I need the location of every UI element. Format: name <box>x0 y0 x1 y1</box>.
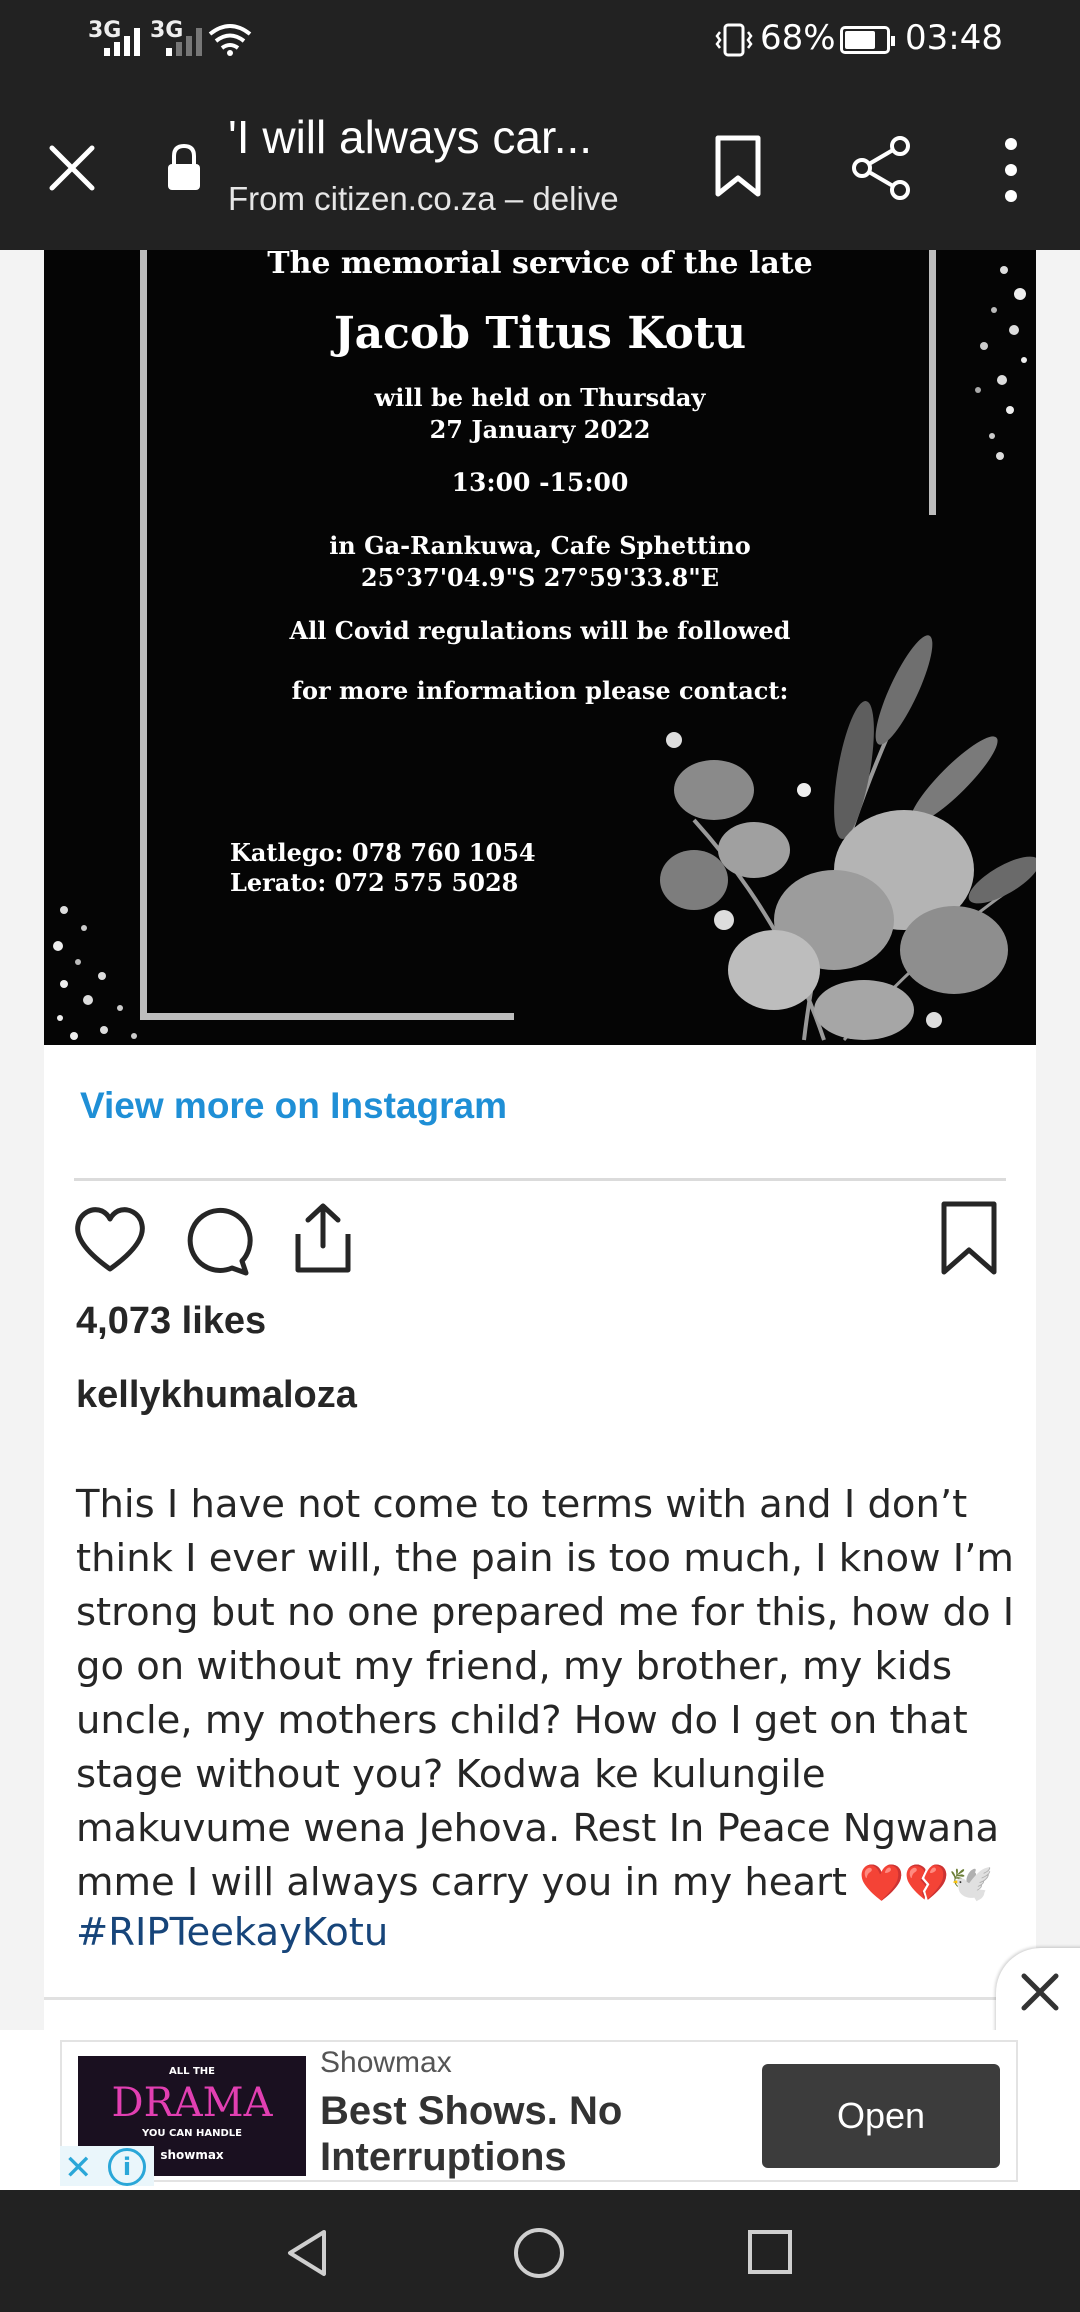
battery-icon <box>840 26 895 54</box>
vibrate-icon <box>715 23 753 57</box>
caption-line: think I ever will, the pain is too much,… <box>76 1536 1014 1581</box>
ad-advertiser: Showmax <box>320 2046 452 2079</box>
ad-close-icon[interactable]: ✕ <box>64 2148 93 2188</box>
ad-thumb-line-3: YOU CAN HANDLE <box>142 2128 242 2139</box>
signal-2-icon <box>166 22 202 56</box>
divider <box>74 1178 1006 1181</box>
divider <box>44 1997 1036 2000</box>
likes-count[interactable]: 4,073 likes <box>76 1300 266 1343</box>
location-line-2: 25°37'04.9"S 27°59'33.8"E <box>360 563 720 592</box>
contact-1: Katlego: 078 760 1054 <box>230 838 536 867</box>
back-icon[interactable] <box>282 2226 332 2280</box>
battery-percent: 68% <box>760 18 836 58</box>
ad-thumb-line-2: DRAMA <box>111 2080 273 2126</box>
emoji-heart-broken-heart-dove: ❤️💔🕊️ <box>859 1863 994 1904</box>
caption-line: mme I will always carry you in my heart <box>76 1860 847 1905</box>
ad-thumb-line-1: ALL THE <box>169 2066 215 2077</box>
service-location: in Ga-Rankuwa, Cafe Sphettino 25°37'04.9… <box>44 530 1036 594</box>
share-icon[interactable] <box>288 1200 358 1276</box>
view-more-on-instagram-link[interactable]: View more on Instagram <box>80 1085 507 1127</box>
screen: 3G 3G 68% 03:48 'I will always car... Fr… <box>0 0 1080 2312</box>
ad-open-button[interactable]: Open <box>762 2064 1000 2168</box>
caption-line: makuvume wena Jehova. Rest In Peace Ngwa… <box>76 1806 1000 1851</box>
page-content[interactable]: The memorial service of the late Jacob T… <box>0 250 1080 2030</box>
service-date-line-1: will be held on Thursday <box>374 383 706 412</box>
share-icon[interactable] <box>848 134 916 202</box>
contact-2: Lerato: 072 575 5028 <box>230 868 519 897</box>
lock-icon <box>168 143 200 190</box>
browser-toolbar: 'I will always car... From citizen.co.za… <box>0 80 1080 250</box>
wifi-icon <box>208 24 252 56</box>
contact-intro: for more information please contact: <box>291 676 789 705</box>
signal-1-icon <box>104 22 140 56</box>
caption-line: This I have not come to terms with and I… <box>76 1482 968 1527</box>
close-icon <box>1021 1973 1059 2011</box>
hashtag-link[interactable]: #RIPTeekayKotu <box>76 1910 388 1955</box>
system-nav-bar <box>0 2190 1080 2312</box>
ad-headline[interactable]: Best Shows. No Interruptions <box>320 2088 720 2180</box>
clock: 03:48 <box>905 18 1003 58</box>
location-line-1: in Ga-Rankuwa, Cafe Sphettino <box>329 531 751 560</box>
post-username[interactable]: kellykhumaloza <box>76 1374 357 1417</box>
memorial-invitation-image[interactable]: The memorial service of the late Jacob T… <box>44 250 1036 1045</box>
bookmark-icon[interactable] <box>712 134 764 200</box>
deceased-name: Jacob Titus Kotu <box>333 308 747 359</box>
page-url[interactable]: From citizen.co.za – delive <box>228 180 642 218</box>
comment-icon[interactable] <box>182 1205 254 1277</box>
instagram-embed: The memorial service of the late Jacob T… <box>44 250 1036 2030</box>
heart-icon[interactable] <box>72 1205 148 1275</box>
covid-notice: All Covid regulations will be followed <box>289 616 791 645</box>
recents-icon[interactable] <box>746 2228 794 2276</box>
home-icon[interactable] <box>512 2226 566 2280</box>
caption-line: strong but no one prepared me for this, … <box>76 1590 1015 1635</box>
close-icon[interactable] <box>40 136 104 200</box>
caption-line: uncle, my mothers child? How do I get on… <box>76 1698 968 1743</box>
invitation-header: The memorial service of the late <box>267 250 813 281</box>
adchoices-badge[interactable]: ✕ i <box>60 2146 154 2188</box>
caption-line: stage without you? Kodwa ke kulungile <box>76 1752 826 1797</box>
page-title[interactable]: 'I will always car... <box>228 110 648 164</box>
caption-line-last: mme I will always carry you in my heart … <box>76 1856 1016 1911</box>
ad-banner[interactable]: ALL THE DRAMA YOU CAN HANDLE showmax ✕ i… <box>0 2030 1080 2190</box>
ad-info-icon[interactable]: i <box>108 2148 146 2186</box>
ad-dismiss-button[interactable] <box>996 1948 1080 2038</box>
more-vert-icon[interactable] <box>996 134 1026 206</box>
status-bar: 3G 3G 68% 03:48 <box>0 0 1080 80</box>
service-date-line-2: 27 January 2022 <box>429 415 651 444</box>
service-time: 13:00 -15:00 <box>451 468 629 497</box>
caption-line: go on without my friend, my brother, my … <box>76 1644 953 1689</box>
post-caption: This I have not come to terms with and I… <box>76 1478 1016 1911</box>
glitter-decoration <box>53 906 137 1040</box>
bookmark-icon[interactable] <box>938 1200 1000 1278</box>
service-date: will be held on Thursday 27 January 2022 <box>44 382 1036 446</box>
